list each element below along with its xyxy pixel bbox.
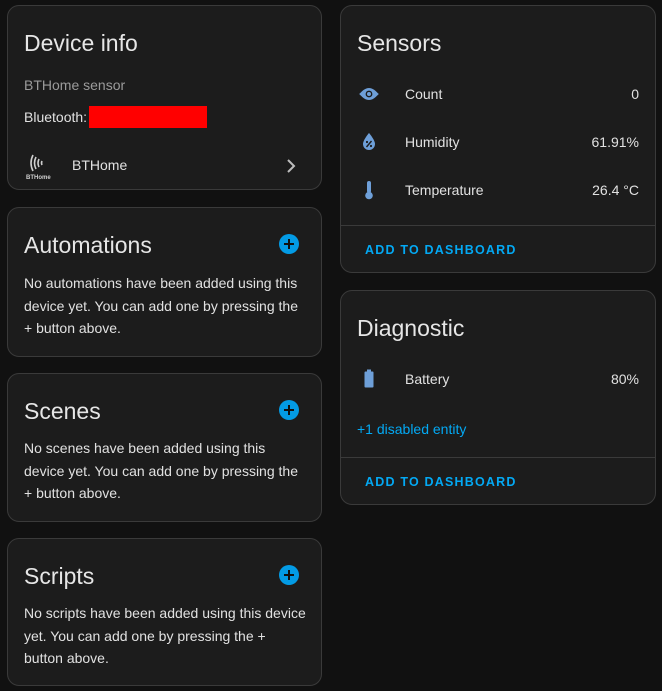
plus-icon: [284, 570, 294, 580]
device-model: BTHome sensor: [24, 77, 126, 93]
disabled-entities-link[interactable]: +1 disabled entity: [357, 421, 466, 437]
left-column: Device info BTHome sensor Bluetooth: BTH…: [7, 5, 322, 686]
add-to-dashboard-button[interactable]: ADD TO DASHBOARD: [365, 475, 517, 489]
entity-name: Battery: [405, 371, 450, 387]
entity-row-count[interactable]: Count 0: [357, 82, 639, 106]
bluetooth-row: Bluetooth:: [24, 106, 208, 128]
bthome-logo-text: BTHome: [26, 175, 51, 181]
scripts-card: Scripts No scripts have been added using…: [7, 538, 322, 686]
entity-name: Temperature: [405, 182, 484, 198]
sensors-card: Sensors Count 0 Humidity 61.91% Temperat…: [340, 5, 656, 273]
diagnostic-card: Diagnostic Battery 80% +1 disabled entit…: [340, 290, 656, 505]
thermometer-icon: [357, 178, 381, 202]
entity-state: 61.91%: [591, 134, 639, 150]
card-divider: [341, 225, 655, 226]
plus-icon: [284, 405, 294, 415]
card-divider: [341, 457, 655, 458]
bluetooth-address-redacted: [89, 106, 208, 128]
entity-state: 0: [631, 86, 639, 102]
entity-row-temperature[interactable]: Temperature 26.4 °C: [357, 178, 639, 202]
automations-empty-text: No automations have been added using thi…: [24, 275, 298, 336]
water-percent-icon: [357, 130, 381, 154]
eye-icon: [357, 82, 381, 106]
chevron-right-icon: [285, 158, 297, 179]
plus-icon: [284, 239, 294, 249]
entity-name: Humidity: [405, 134, 460, 150]
automations-card: Automations No automations have been add…: [7, 207, 322, 357]
automations-title: Automations: [24, 232, 152, 258]
add-script-button[interactable]: [279, 565, 299, 585]
scripts-empty-text: No scripts have been added using this de…: [24, 605, 306, 666]
right-column: Sensors Count 0 Humidity 61.91% Temperat…: [340, 5, 656, 505]
device-info-card: Device info BTHome sensor Bluetooth: BTH…: [7, 5, 322, 190]
scenes-empty-text: No scenes have been added using this dev…: [24, 440, 298, 501]
entity-row-humidity[interactable]: Humidity 61.91%: [357, 130, 639, 154]
bluetooth-label: Bluetooth:: [24, 109, 88, 125]
bthome-logo: BTHome: [26, 153, 54, 181]
scripts-title: Scripts: [24, 563, 95, 589]
scenes-card: Scenes No scenes have been added using t…: [7, 373, 322, 522]
entity-state: 80%: [610, 371, 639, 387]
device-info-title: Device info: [24, 30, 138, 56]
entity-name: Count: [405, 86, 443, 102]
add-scene-button[interactable]: [279, 400, 299, 420]
integration-row[interactable]: BTHome BTHome: [8, 148, 321, 184]
add-automation-button[interactable]: [279, 234, 299, 254]
scenes-title: Scenes: [24, 398, 101, 424]
entity-row-battery[interactable]: Battery 80%: [357, 367, 639, 391]
entity-state: 26.4 °C: [592, 182, 639, 198]
add-to-dashboard-button[interactable]: ADD TO DASHBOARD: [365, 243, 517, 257]
diagnostic-title: Diagnostic: [357, 315, 465, 341]
battery-icon: [357, 367, 381, 391]
sensors-title: Sensors: [357, 30, 442, 56]
integration-name: BTHome: [72, 157, 128, 173]
